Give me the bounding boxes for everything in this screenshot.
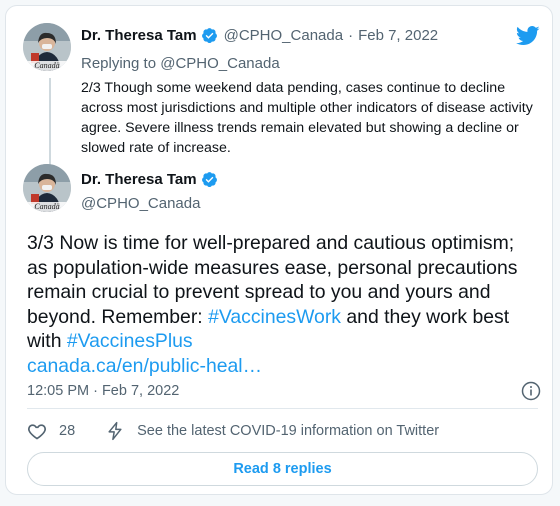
action-bar: 28 See the latest COVID-19 information o… [27,421,439,441]
url-link[interactable]: canada.ca/en/public-heal… [27,355,262,377]
covid-info-link[interactable]: See the latest COVID-19 information on T… [105,421,439,441]
read-replies-label: Read 8 replies [233,461,332,477]
twitter-bird-icon[interactable] [516,26,540,46]
replying-prefix: Replying to [81,55,157,72]
replying-to: Replying to @CPHO_Canada [81,55,280,72]
verified-badge-icon [201,28,217,44]
heart-icon [28,424,46,440]
hashtag-link[interactable]: #VaccinesPlus [67,330,193,352]
avatar[interactable]: Canadä [23,23,71,71]
tweet-timestamp[interactable]: 12:05 PM · Feb 7, 2022 [27,383,179,399]
parent-author-row: Dr. Theresa Tam @CPHO_Canada · Feb 7, 20… [81,27,438,44]
thread-connector [49,78,51,170]
author-handle[interactable]: @CPHO_Canada [81,195,200,212]
main-tweet-text: 3/3 Now is time for well-prepared and ca… [27,231,537,378]
read-replies-button[interactable]: Read 8 replies [27,452,538,486]
author-handle[interactable]: @CPHO_Canada [224,27,343,44]
divider [27,408,538,409]
info-icon[interactable] [521,381,541,401]
parent-tweet-text: 2/3 Though some weekend data pending, ca… [81,80,533,156]
avatar-caption: Canadä [34,202,60,211]
author-name[interactable]: Dr. Theresa Tam [81,171,197,188]
avatar-caption: Canadä [34,61,60,70]
covid-info-text: See the latest COVID-19 information on T… [137,423,440,439]
hashtag-link[interactable]: #VaccinesWork [208,306,341,328]
verified-badge-icon [201,172,217,188]
separator: · [348,27,354,44]
author-name[interactable]: Dr. Theresa Tam [81,27,197,44]
main-author-row: Dr. Theresa Tam [81,171,218,188]
tweet-date[interactable]: Feb 7, 2022 [358,27,438,44]
like-count: 28 [59,423,76,439]
like-button[interactable]: 28 [27,421,75,441]
replying-handle-link[interactable]: @CPHO_Canada [160,55,279,72]
lightning-icon [108,421,122,441]
tweet-embed-card: Canadä Dr. Theresa Tam @CPHO_Canada · Fe… [5,5,553,495]
avatar[interactable]: Canadä [23,164,71,212]
